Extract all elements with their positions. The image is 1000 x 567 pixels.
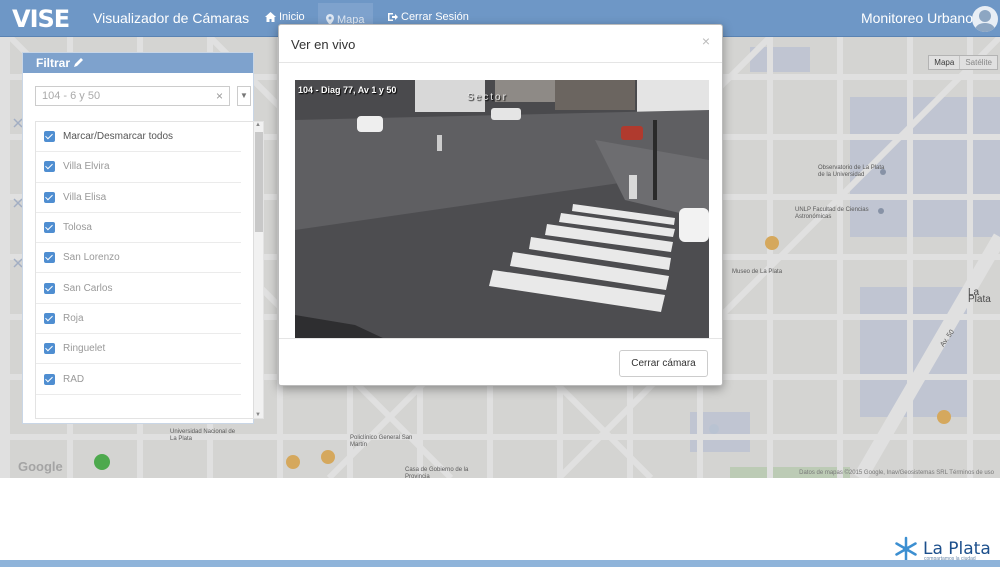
- brand-logo[interactable]: VISE: [12, 5, 70, 33]
- zone-item[interactable]: RAD: [36, 364, 241, 395]
- zone-item[interactable]: Villa Elvira: [36, 152, 241, 183]
- checkbox-checked-icon[interactable]: [44, 373, 55, 385]
- select-dropdown-arrow[interactable]: ▼: [237, 86, 251, 106]
- zone-item-label: Roja: [63, 312, 84, 324]
- filter-header: Filtrar: [23, 53, 253, 73]
- camera-select-value: 104 - 6 y 50: [42, 90, 101, 102]
- close-camera-button[interactable]: Cerrar cámara: [619, 350, 708, 377]
- zone-item[interactable]: San Lorenzo: [36, 243, 241, 274]
- la-plata-logo[interactable]: La Plata compartamos la ciudad: [893, 536, 991, 562]
- nav-cerrar-sesion-label: Cerrar Sesión: [401, 11, 469, 23]
- nav-inicio-label: Inicio: [279, 11, 305, 23]
- user-avatar[interactable]: [972, 6, 998, 32]
- logout-icon: [388, 13, 398, 21]
- checkbox-checked-icon[interactable]: [44, 312, 55, 324]
- zone-item-label: Villa Elisa: [63, 191, 107, 203]
- modal-title: Ver en vivo: [279, 25, 722, 63]
- checkbox-checked-icon[interactable]: [44, 343, 55, 355]
- checkbox-checked-icon[interactable]: [44, 282, 55, 294]
- checkbox-checked-icon[interactable]: [44, 191, 55, 203]
- camera-watermark: Sector: [467, 92, 508, 103]
- checkbox-checked-icon[interactable]: [44, 131, 55, 143]
- zone-item[interactable]: Roja: [36, 304, 241, 335]
- app-title[interactable]: Visualizador de Cámaras: [93, 10, 249, 26]
- zone-item-label: San Lorenzo: [63, 252, 120, 264]
- checkbox-checked-icon[interactable]: [44, 252, 55, 264]
- zone-item[interactable]: San Carlos: [36, 273, 241, 304]
- camera-caption: 104 - Diag 77, Av 1 y 50: [298, 85, 397, 95]
- modal-footer: Cerrar cámara: [279, 338, 722, 386]
- footer-bar: [0, 560, 1000, 567]
- close-icon[interactable]: ×: [702, 33, 710, 49]
- snowflake-icon: [895, 536, 917, 562]
- filter-panel: Filtrar 104 - 6 y 50 × ▼ Marcar/Desmarca…: [22, 52, 264, 424]
- checkbox-checked-icon[interactable]: [44, 222, 55, 234]
- camera-select[interactable]: 104 - 6 y 50 ×: [35, 86, 230, 106]
- nav-inicio[interactable]: Inicio: [265, 11, 305, 23]
- camera-frame: [295, 80, 709, 339]
- home-icon: [265, 12, 276, 22]
- zone-item-toggle-all[interactable]: Marcar/Desmarcar todos: [36, 122, 241, 153]
- zone-item-label: San Carlos: [63, 282, 113, 294]
- clear-select-icon[interactable]: ×: [216, 89, 223, 103]
- zone-item-label: Villa Elvira: [63, 161, 110, 173]
- scroll-up-icon[interactable]: ▲: [255, 122, 261, 128]
- zone-item-label: Marcar/Desmarcar todos: [63, 131, 174, 143]
- user-name[interactable]: Monitoreo Urbano: [861, 10, 973, 26]
- zone-item-label: RAD: [63, 373, 85, 385]
- live-view-modal: Ver en vivo × 104 - Diag 77, Av 1 y 50 S…: [278, 24, 723, 386]
- checkbox-checked-icon[interactable]: [44, 161, 55, 173]
- zone-item-label: Ringuelet: [63, 343, 106, 355]
- camera-video-feed[interactable]: 104 - Diag 77, Av 1 y 50 Sector: [295, 80, 709, 339]
- zone-item-label: Tolosa: [63, 222, 92, 234]
- zone-list-scrollbar[interactable]: ▲ ▼: [253, 122, 263, 418]
- zone-list: Marcar/Desmarcar todos Villa Elvira Vill…: [35, 121, 264, 419]
- zone-item[interactable]: Tolosa: [36, 213, 241, 244]
- zone-item[interactable]: Ringuelet: [36, 334, 241, 365]
- zone-item[interactable]: Villa Elisa: [36, 183, 241, 213]
- filter-title: Filtrar: [36, 56, 71, 70]
- pencil-icon: [74, 58, 84, 67]
- nav-cerrar-sesion[interactable]: Cerrar Sesión: [387, 11, 469, 23]
- scroll-down-icon[interactable]: ▼: [255, 412, 261, 418]
- scrollbar-thumb[interactable]: [255, 132, 263, 232]
